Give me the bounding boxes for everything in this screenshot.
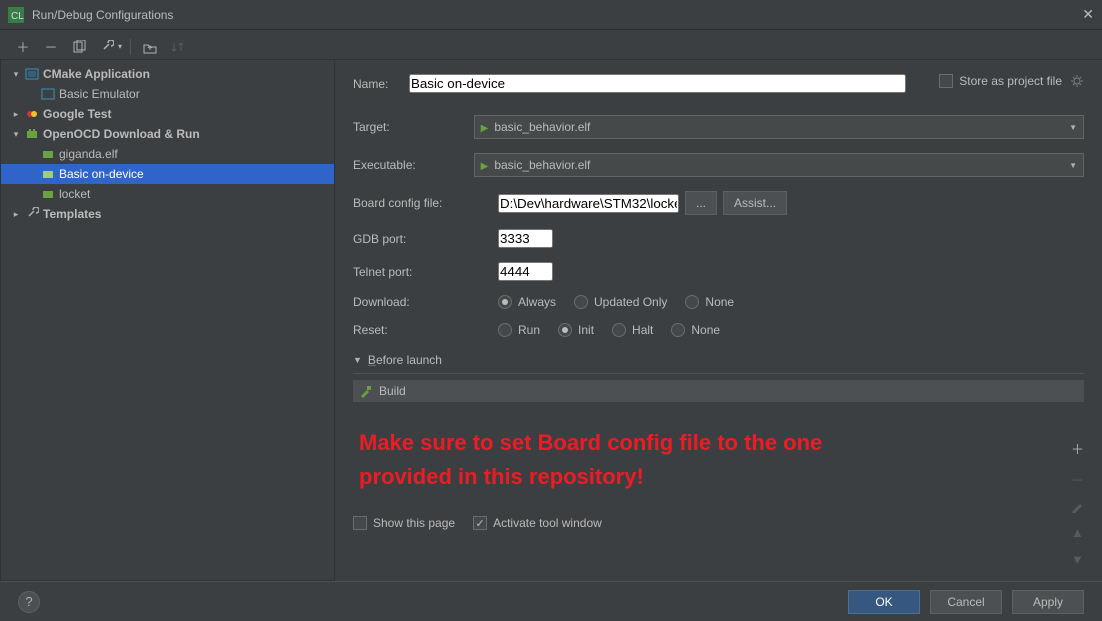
bl-edit-button[interactable] [1071, 501, 1083, 513]
name-input[interactable] [409, 74, 906, 93]
executable-label: Executable: [353, 158, 474, 172]
before-launch-build[interactable]: Build [353, 380, 1084, 402]
add-button[interactable]: ＋ [12, 36, 34, 58]
reset-init-radio[interactable]: Init [558, 323, 594, 337]
reset-run-radio[interactable]: Run [498, 323, 540, 337]
activate-tool-window-check[interactable]: ✓ Activate tool window [473, 516, 602, 530]
help-button[interactable]: ? [18, 591, 40, 613]
board-browse-button[interactable]: ... [685, 191, 717, 215]
sort-button[interactable] [167, 36, 189, 58]
target-label: Target: [353, 120, 474, 134]
copy-button[interactable] [68, 36, 90, 58]
bl-up-button[interactable]: ▲ [1071, 525, 1084, 540]
gdb-port-input[interactable] [498, 229, 553, 248]
board-assist-button[interactable]: Assist... [723, 191, 787, 215]
titlebar: CL Run/Debug Configurations ✕ [0, 0, 1102, 30]
remove-button[interactable]: － [40, 36, 62, 58]
bl-remove-button[interactable]: － [1071, 470, 1084, 489]
gdb-port-label: GDB port: [353, 232, 498, 246]
tree-basic-emulator[interactable]: Basic Emulator [1, 84, 334, 104]
folder-up-button[interactable] [139, 36, 161, 58]
reset-label: Reset: [353, 323, 498, 337]
close-button[interactable]: ✕ [1064, 6, 1094, 23]
store-as-project-file[interactable]: Store as project file [939, 74, 1062, 88]
show-this-page-check[interactable]: Show this page [353, 516, 455, 530]
annotation-text: Make sure to set Board config file to th… [359, 426, 1084, 494]
tree-openocd[interactable]: ▾ OpenOCD Download & Run [1, 124, 334, 144]
config-tree: ▾ CMake Application Basic Emulator ▸ Goo… [0, 60, 335, 581]
telnet-port-label: Telnet port: [353, 265, 498, 279]
gear-icon[interactable] [1070, 74, 1084, 88]
target-combo[interactable]: ▶basic_behavior.elf ▼ [474, 115, 1084, 139]
reset-halt-radio[interactable]: Halt [612, 323, 653, 337]
download-label: Download: [353, 295, 498, 309]
config-toolbar: ＋ － ▾ [0, 30, 1102, 60]
triangle-down-icon: ▼ [353, 355, 362, 365]
board-config-label: Board config file: [353, 196, 498, 210]
wrench-button[interactable] [96, 36, 118, 58]
tree-basic-on-device[interactable]: Basic on-device [1, 164, 334, 184]
apply-button[interactable]: Apply [1012, 590, 1084, 614]
download-always-radio[interactable]: Always [498, 295, 556, 309]
before-launch-controls: ＋ － ▲ ▼ [1071, 439, 1084, 567]
ok-button[interactable]: OK [848, 590, 920, 614]
tree-cmake-application[interactable]: ▾ CMake Application [1, 64, 334, 84]
download-updated-radio[interactable]: Updated Only [574, 295, 667, 309]
app-icon: CL [8, 7, 24, 23]
config-form: Store as project file Name: Target: ▶bas… [335, 60, 1102, 581]
dialog-footer: ? OK Cancel Apply [0, 581, 1102, 621]
window-title: Run/Debug Configurations [32, 8, 1064, 22]
chevron-down-icon: ▼ [1069, 123, 1077, 132]
bl-down-button[interactable]: ▼ [1071, 552, 1084, 567]
executable-combo[interactable]: ▶basic_behavior.elf ▼ [474, 153, 1084, 177]
before-launch-header[interactable]: ▼ Before launch [353, 353, 1084, 374]
tree-giganda[interactable]: giganda.elf [1, 144, 334, 164]
svg-text:CL: CL [11, 11, 24, 22]
chevron-down-icon: ▼ [1069, 161, 1077, 170]
cancel-button[interactable]: Cancel [930, 590, 1002, 614]
bl-add-button[interactable]: ＋ [1071, 439, 1084, 458]
name-label: Name: [353, 77, 409, 91]
reset-none-radio[interactable]: None [671, 323, 720, 337]
board-config-input[interactable] [498, 194, 679, 213]
telnet-port-input[interactable] [498, 262, 553, 281]
tree-templates[interactable]: ▸ Templates [1, 204, 334, 224]
download-none-radio[interactable]: None [685, 295, 734, 309]
tree-locket[interactable]: locket [1, 184, 334, 204]
hammer-icon [359, 384, 373, 398]
tree-google-test[interactable]: ▸ Google Test [1, 104, 334, 124]
